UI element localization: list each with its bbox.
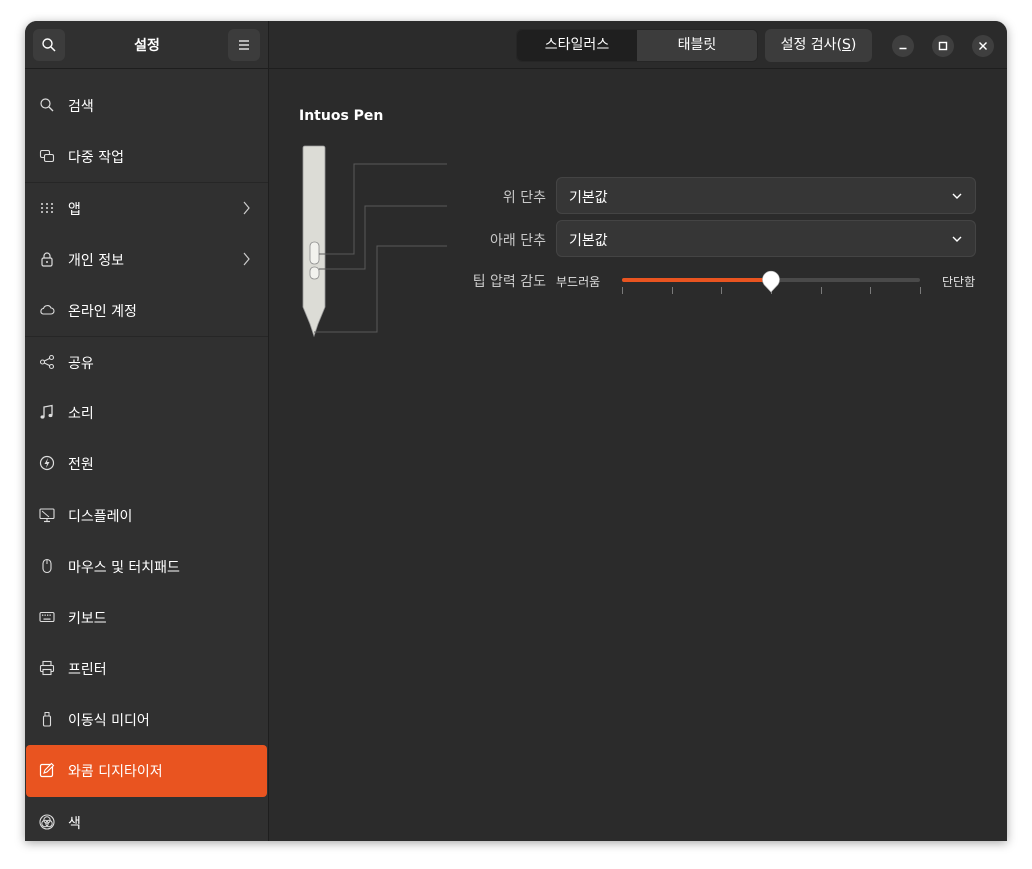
sidebar-item-apps[interactable]: 앱 bbox=[25, 182, 268, 233]
slider-tick bbox=[671, 287, 673, 294]
settings-window: 설정 검색 다중 작업 앱 개인 정보 온라인 계정 공유 소리 전원 디스플레… bbox=[25, 21, 1007, 841]
test-settings-button[interactable]: 설정 검사(S) bbox=[765, 29, 872, 62]
sidebar-item-label: 색 bbox=[68, 815, 81, 832]
sidebar-item-multitasking[interactable]: 다중 작업 bbox=[25, 131, 268, 182]
sidebar-item-display[interactable]: 디스플레이 bbox=[25, 490, 268, 541]
slider-tick bbox=[920, 287, 921, 294]
sidebar-item-wacom-tablet[interactable]: 와콤 디지타이저 bbox=[26, 745, 267, 797]
tip-pressure-max-label: 단단함 bbox=[942, 275, 976, 289]
header-bar: 스타일러스 태블릿 설정 검사(S) bbox=[269, 21, 1007, 69]
printer-icon bbox=[39, 661, 55, 676]
device-name: Intuos Pen bbox=[299, 108, 384, 124]
sidebar-item-label: 개인 정보 bbox=[68, 252, 124, 269]
stylus-body bbox=[302, 145, 326, 338]
close-icon bbox=[979, 42, 987, 50]
sidebar: 설정 검색 다중 작업 앱 개인 정보 온라인 계정 공유 소리 전원 디스플레… bbox=[25, 21, 269, 841]
stylus-upper-button bbox=[309, 241, 320, 265]
sidebar-item-label: 와콤 디지타이저 bbox=[68, 764, 163, 781]
sidebar-item-printers[interactable]: 프린터 bbox=[25, 643, 268, 694]
chevron-right-icon bbox=[243, 201, 250, 215]
sidebar-item-label: 프린터 bbox=[68, 662, 107, 679]
slider-fill bbox=[622, 278, 771, 282]
cloud-icon bbox=[40, 304, 55, 315]
view-switcher: 스타일러스 태블릿 bbox=[516, 29, 758, 62]
power-icon bbox=[39, 456, 55, 471]
sidebar-item-label: 온라인 계정 bbox=[68, 303, 137, 320]
test-settings-suffix: ) bbox=[850, 37, 857, 53]
sidebar-item-online-accounts[interactable]: 온라인 계정 bbox=[25, 285, 268, 336]
sidebar-item-privacy[interactable]: 개인 정보 bbox=[25, 234, 268, 285]
sidebar-item-removable-media[interactable]: 이동식 미디어 bbox=[25, 694, 268, 745]
hamburger-menu-icon bbox=[239, 40, 249, 50]
maximize-button[interactable] bbox=[932, 35, 954, 57]
sidebar-item-label: 다중 작업 bbox=[68, 150, 124, 167]
minimize-button[interactable] bbox=[892, 35, 914, 57]
sidebar-item-sharing[interactable]: 공유 bbox=[25, 335, 268, 387]
main-menu-button[interactable] bbox=[228, 29, 260, 61]
close-button[interactable] bbox=[972, 35, 994, 57]
color-icon bbox=[39, 814, 55, 830]
chevron-down-icon bbox=[952, 236, 962, 242]
maximize-icon bbox=[938, 41, 948, 51]
slider-tick bbox=[820, 287, 822, 294]
removable-media-icon bbox=[42, 712, 52, 727]
slider-tick bbox=[622, 287, 623, 294]
multitasking-icon bbox=[39, 150, 55, 163]
chevron-right-icon bbox=[243, 252, 250, 265]
search-icon bbox=[42, 38, 56, 52]
sidebar-item-label: 소리 bbox=[68, 406, 94, 423]
sidebar-title: 설정 bbox=[134, 38, 160, 54]
mouse-icon bbox=[42, 558, 52, 573]
minimize-icon bbox=[899, 47, 907, 50]
slider-handle[interactable] bbox=[761, 269, 781, 293]
lower-button-value: 기본값 bbox=[569, 233, 608, 249]
display-icon bbox=[39, 507, 55, 522]
sidebar-item-color[interactable]: 색 bbox=[25, 797, 268, 841]
tip-pressure-label: 팁 압력 감도 bbox=[472, 274, 546, 290]
sidebar-item-power[interactable]: 전원 bbox=[25, 438, 268, 489]
sidebar-item-label: 공유 bbox=[68, 355, 94, 372]
sidebar-header: 설정 bbox=[25, 21, 269, 69]
test-settings-mnemonic: S bbox=[842, 37, 851, 53]
sidebar-item-search[interactable]: 검색 bbox=[25, 80, 268, 131]
sidebar-item-label: 전원 bbox=[68, 457, 94, 474]
sidebar-item-sound[interactable]: 소리 bbox=[25, 387, 268, 438]
stylus-page: Intuos Pen 위 단추 기본값 아래 단추 기본값 팁 압력 감도 부드… bbox=[269, 70, 1007, 841]
upper-button-label: 위 단추 bbox=[502, 190, 546, 206]
lock-icon bbox=[41, 252, 53, 267]
lower-button-dropdown[interactable]: 기본값 bbox=[556, 220, 976, 257]
tip-pressure-min-label: 부드러움 bbox=[556, 275, 601, 289]
tablet-pen-icon bbox=[39, 763, 55, 778]
upper-button-dropdown[interactable]: 기본값 bbox=[556, 177, 976, 214]
sidebar-item-label: 이동식 미디어 bbox=[68, 713, 150, 730]
sidebar-item-keyboard[interactable]: 키보드 bbox=[25, 592, 268, 643]
tab-stylus[interactable]: 스타일러스 bbox=[517, 30, 637, 61]
upper-button-value: 기본값 bbox=[569, 190, 608, 206]
keyboard-icon bbox=[39, 611, 55, 622]
sidebar-item-label: 앱 bbox=[68, 202, 81, 219]
search-button[interactable] bbox=[33, 29, 65, 61]
sidebar-item-label: 검색 bbox=[68, 99, 94, 115]
slider-tick bbox=[870, 287, 872, 294]
sidebar-item-label: 디스플레이 bbox=[68, 508, 133, 525]
test-settings-label: 설정 검사( bbox=[780, 37, 843, 53]
search-icon bbox=[40, 98, 54, 112]
sidebar-list: 검색 다중 작업 앱 개인 정보 온라인 계정 공유 소리 전원 디스플레이 마… bbox=[25, 80, 268, 841]
tab-tablet[interactable]: 태블릿 bbox=[637, 30, 757, 61]
stylus-lower-button bbox=[309, 266, 320, 280]
stylus-diagram bbox=[302, 145, 447, 338]
apps-grid-icon bbox=[41, 203, 53, 214]
chevron-down-icon bbox=[952, 193, 962, 199]
slider-tick bbox=[721, 287, 723, 294]
share-icon bbox=[39, 354, 55, 369]
lower-button-label: 아래 단추 bbox=[490, 233, 546, 249]
sidebar-item-mouse-touchpad[interactable]: 마우스 및 터치패드 bbox=[25, 541, 268, 592]
sidebar-item-label: 키보드 bbox=[68, 610, 107, 627]
sidebar-item-label: 마우스 및 터치패드 bbox=[68, 559, 180, 576]
music-note-icon bbox=[40, 404, 53, 419]
